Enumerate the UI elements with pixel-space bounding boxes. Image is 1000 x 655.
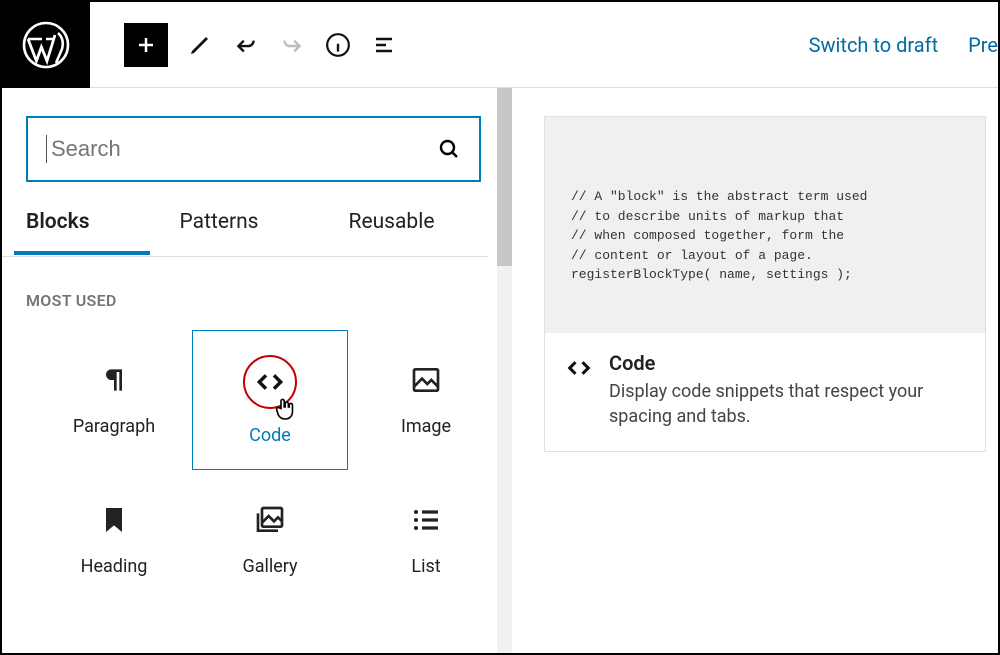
wordpress-logo-icon[interactable] bbox=[2, 2, 90, 88]
preview-link[interactable]: Pre bbox=[968, 33, 998, 57]
preview-card: // A "block" is the abstract term used /… bbox=[544, 116, 986, 452]
cursor-hand-icon bbox=[269, 393, 301, 425]
toolbar-left-group bbox=[90, 23, 398, 67]
bookmark-icon bbox=[98, 504, 130, 536]
search-input[interactable] bbox=[51, 136, 437, 162]
inserter-tabs: Blocks Patterns Reusable bbox=[26, 210, 488, 252]
outline-list-icon[interactable] bbox=[370, 31, 398, 59]
block-gallery[interactable]: Gallery bbox=[192, 470, 348, 610]
top-toolbar: Switch to draft Pre bbox=[2, 2, 998, 88]
tab-blocks[interactable]: Blocks bbox=[26, 210, 90, 252]
code-icon bbox=[565, 354, 593, 382]
preview-title: Code bbox=[609, 351, 929, 375]
preview-description: Display code snippets that respect your … bbox=[609, 379, 929, 429]
block-description: Code Display code snippets that respect … bbox=[545, 333, 985, 451]
edit-pencil-icon[interactable] bbox=[186, 31, 214, 59]
paragraph-icon bbox=[98, 364, 130, 396]
image-icon bbox=[410, 364, 442, 396]
toolbar-right-group: Switch to draft Pre bbox=[809, 33, 998, 57]
block-label: Heading bbox=[81, 556, 148, 577]
block-paragraph[interactable]: Paragraph bbox=[36, 330, 192, 470]
block-label: Image bbox=[401, 416, 451, 437]
add-block-button[interactable] bbox=[124, 23, 168, 67]
undo-icon[interactable] bbox=[232, 31, 260, 59]
scrollbar-track[interactable] bbox=[497, 88, 512, 653]
search-icon bbox=[437, 137, 461, 161]
search-field-wrapper[interactable] bbox=[26, 116, 481, 182]
block-label: Paragraph bbox=[73, 416, 155, 437]
block-code[interactable]: Code bbox=[192, 330, 348, 470]
active-tab-indicator bbox=[14, 251, 150, 255]
blocks-grid: Paragraph Code Image Heading bbox=[36, 330, 488, 610]
block-inserter-panel: Blocks Patterns Reusable MOST USED Parag… bbox=[2, 88, 512, 653]
block-label: Code bbox=[249, 425, 291, 446]
switch-to-draft-link[interactable]: Switch to draft bbox=[809, 33, 939, 57]
tab-reusable[interactable]: Reusable bbox=[349, 210, 435, 252]
tabs-separator bbox=[2, 256, 488, 257]
block-preview-pane: // A "block" is the abstract term used /… bbox=[512, 88, 998, 653]
block-label: Gallery bbox=[242, 556, 297, 577]
redo-icon bbox=[278, 31, 306, 59]
section-heading: MOST USED bbox=[26, 291, 488, 310]
scrollbar-thumb[interactable] bbox=[497, 88, 512, 266]
list-icon bbox=[410, 504, 442, 536]
block-image[interactable]: Image bbox=[348, 330, 504, 470]
text-cursor bbox=[46, 135, 47, 163]
block-label: List bbox=[411, 556, 440, 577]
gallery-icon bbox=[254, 504, 286, 536]
info-icon[interactable] bbox=[324, 31, 352, 59]
tab-patterns[interactable]: Patterns bbox=[180, 210, 259, 252]
code-sample: // A "block" is the abstract term used /… bbox=[545, 117, 985, 333]
block-list[interactable]: List bbox=[348, 470, 504, 610]
block-heading[interactable]: Heading bbox=[36, 470, 192, 610]
